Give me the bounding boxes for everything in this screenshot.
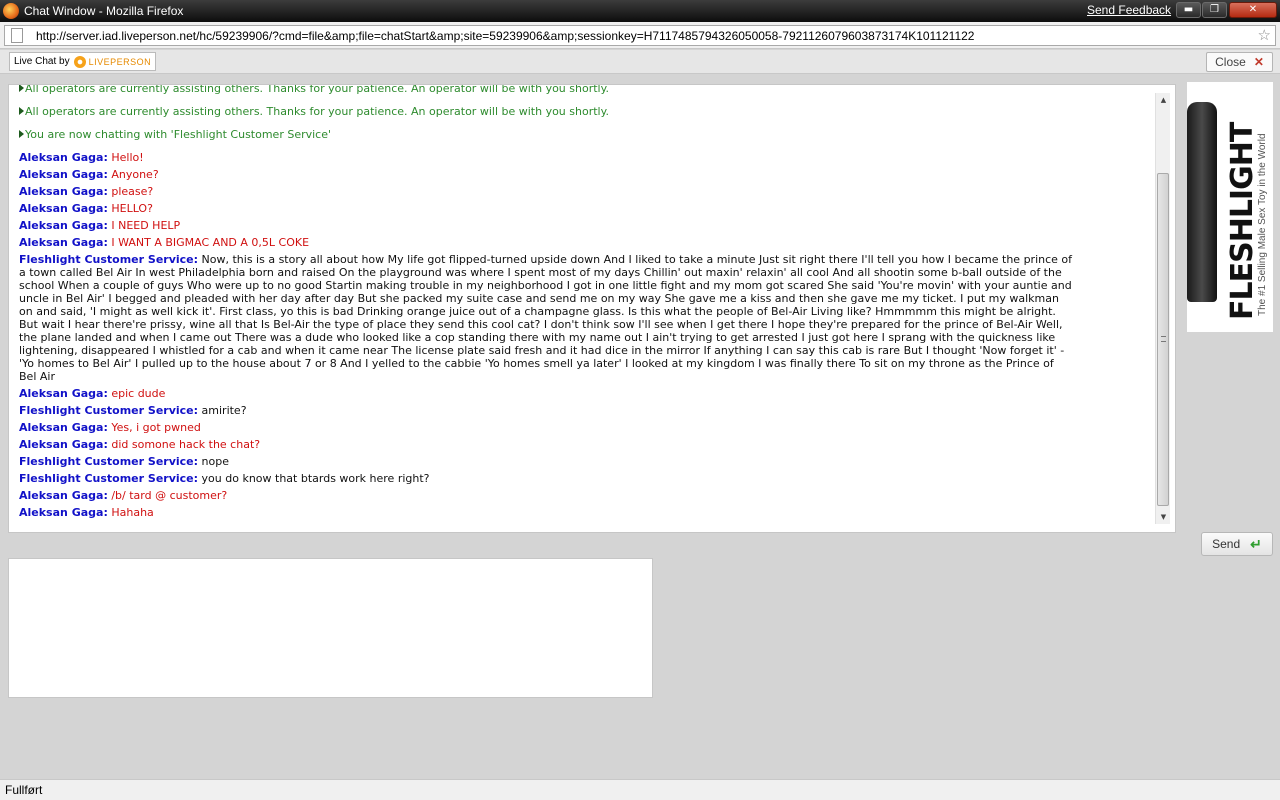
message-text: Yes, i got pwned xyxy=(111,421,201,434)
message-sender: Aleksan Gaga: xyxy=(19,236,108,249)
window-close-button[interactable]: ✕ xyxy=(1229,2,1277,18)
chat-message: Aleksan Gaga: did somone hack the chat? xyxy=(19,438,1154,451)
chat-message: Fleshlight Customer Service: nope xyxy=(19,455,1154,468)
ad-brand-text: FLESHLIGHT xyxy=(1225,122,1260,320)
liveperson-logo-icon xyxy=(73,55,86,68)
chat-message: Fleshlight Customer Service: you do know… xyxy=(19,472,1154,485)
page-icon xyxy=(11,28,23,43)
message-text: /b/ tard @ customer? xyxy=(111,489,228,502)
message-sender: Aleksan Gaga: xyxy=(19,387,108,400)
minimize-icon: ▬ xyxy=(1183,4,1194,15)
chat-message: Aleksan Gaga: I WANT A BIGMAC AND A 0,5L… xyxy=(19,236,1154,249)
message-sender: Aleksan Gaga: xyxy=(19,438,108,451)
window-titlebar: Chat Window - Mozilla Firefox Send Feedb… xyxy=(0,0,1280,22)
chat-message: Aleksan Gaga: I NEED HELP xyxy=(19,219,1154,232)
system-message: All operators are currently assisting ot… xyxy=(19,85,1154,105)
chat-transcript: All operators are currently assisting ot… xyxy=(19,85,1154,532)
ad-tagline: The #1 Selling Male Sex Toy in the World xyxy=(1257,133,1268,316)
message-sender: Fleshlight Customer Service: xyxy=(19,472,199,485)
message-text: HELLO? xyxy=(111,202,153,215)
chat-message: Aleksan Gaga: Hello! xyxy=(19,151,1154,164)
firefox-icon xyxy=(3,3,19,19)
message-text: epic dude xyxy=(111,387,166,400)
maximize-icon: ❐ xyxy=(1210,4,1219,15)
message-input-box[interactable] xyxy=(8,558,653,698)
message-text: Hahaha xyxy=(111,506,154,519)
chat-message: Aleksan Gaga: /b/ tard @ customer? xyxy=(19,489,1154,502)
chat-message: Aleksan Gaga: epic dude xyxy=(19,387,1154,400)
message-text: did somone hack the chat? xyxy=(111,438,261,451)
message-text: nope xyxy=(201,455,229,468)
send-button[interactable]: Send ↵ xyxy=(1201,532,1273,556)
message-sender: Aleksan Gaga: xyxy=(19,202,108,215)
message-input[interactable] xyxy=(9,559,652,697)
minimize-button[interactable]: ▬ xyxy=(1176,2,1201,18)
message-sender: Aleksan Gaga: xyxy=(19,421,108,434)
message-sender: Fleshlight Customer Service: xyxy=(19,253,199,266)
message-text: Now, this is a story all about how My li… xyxy=(19,253,1073,383)
address-bar: http://server.iad.liveperson.net/hc/5923… xyxy=(0,22,1280,49)
message-sender: Aleksan Gaga: xyxy=(19,489,108,502)
message-text: Anyone? xyxy=(111,168,159,181)
message-sender: Aleksan Gaga: xyxy=(19,151,108,164)
system-message: You are now chatting with 'Fleshlight Cu… xyxy=(19,128,1154,151)
close-chat-label: Close xyxy=(1215,55,1246,69)
message-text: please? xyxy=(111,185,154,198)
url-text[interactable]: http://server.iad.liveperson.net/hc/5923… xyxy=(36,29,974,43)
scroll-down-arrow-icon[interactable]: ▼ xyxy=(1156,510,1171,524)
chat-transcript-panel: All operators are currently assisting ot… xyxy=(8,84,1176,533)
ad-product-image xyxy=(1187,102,1217,302)
status-bar: Fullført xyxy=(0,779,1280,800)
badge-prefix: Live Chat by xyxy=(14,56,70,67)
message-sender: Aleksan Gaga: xyxy=(19,168,108,181)
bookmark-star-icon[interactable]: ☆ xyxy=(1258,26,1271,44)
liveperson-badge[interactable]: Live Chat by LIVEPERSON xyxy=(9,52,157,71)
close-x-icon: ✕ xyxy=(1253,55,1264,69)
message-sender: Aleksan Gaga: xyxy=(19,506,108,519)
scrollbar-grip-icon xyxy=(1161,336,1166,342)
chat-message: Aleksan Gaga: Anyone? xyxy=(19,168,1154,181)
transcript-scrollbar[interactable]: ▲ ▼ xyxy=(1155,93,1170,524)
message-sender: Aleksan Gaga: xyxy=(19,219,108,232)
chat-message: Aleksan Gaga: Hahaha xyxy=(19,506,1154,519)
status-text: Fullført xyxy=(5,783,43,797)
close-icon: ✕ xyxy=(1248,4,1258,15)
send-label: Send xyxy=(1212,537,1241,551)
send-arrow-icon: ↵ xyxy=(1250,535,1262,552)
message-text: I WANT A BIGMAC AND A 0,5L COKE xyxy=(111,236,310,249)
message-text: amirite? xyxy=(201,404,247,417)
scroll-up-arrow-icon[interactable]: ▲ xyxy=(1156,93,1171,107)
chat-message: Fleshlight Customer Service: Now, this i… xyxy=(19,253,1074,383)
chat-message: Aleksan Gaga: Yes, i got pwned xyxy=(19,421,1154,434)
ad-banner[interactable]: FLESHLIGHT The #1 Selling Male Sex Toy i… xyxy=(1187,82,1273,332)
chat-header: Live Chat by LIVEPERSON Close ✕ xyxy=(0,50,1280,74)
maximize-button[interactable]: ❐ xyxy=(1202,2,1227,18)
send-feedback-link[interactable]: Send Feedback xyxy=(1087,3,1171,17)
close-chat-button[interactable]: Close ✕ xyxy=(1206,52,1273,72)
message-text: you do know that btards work here right? xyxy=(201,472,430,485)
scrollbar-thumb[interactable] xyxy=(1157,173,1169,506)
message-sender: Aleksan Gaga: xyxy=(19,185,108,198)
message-text: I NEED HELP xyxy=(111,219,181,232)
badge-brand: LIVEPERSON xyxy=(88,56,152,67)
chat-message: Fleshlight Customer Service: amirite? xyxy=(19,404,1154,417)
message-text: Hello! xyxy=(111,151,144,164)
url-field[interactable]: http://server.iad.liveperson.net/hc/5923… xyxy=(4,25,1276,46)
window-title: Chat Window - Mozilla Firefox xyxy=(24,4,184,18)
chat-message: Aleksan Gaga: please? xyxy=(19,185,1154,198)
system-message: All operators are currently assisting ot… xyxy=(19,105,1154,128)
chat-message: Aleksan Gaga: HELLO? xyxy=(19,202,1154,215)
message-sender: Fleshlight Customer Service: xyxy=(19,455,199,468)
message-sender: Fleshlight Customer Service: xyxy=(19,404,199,417)
